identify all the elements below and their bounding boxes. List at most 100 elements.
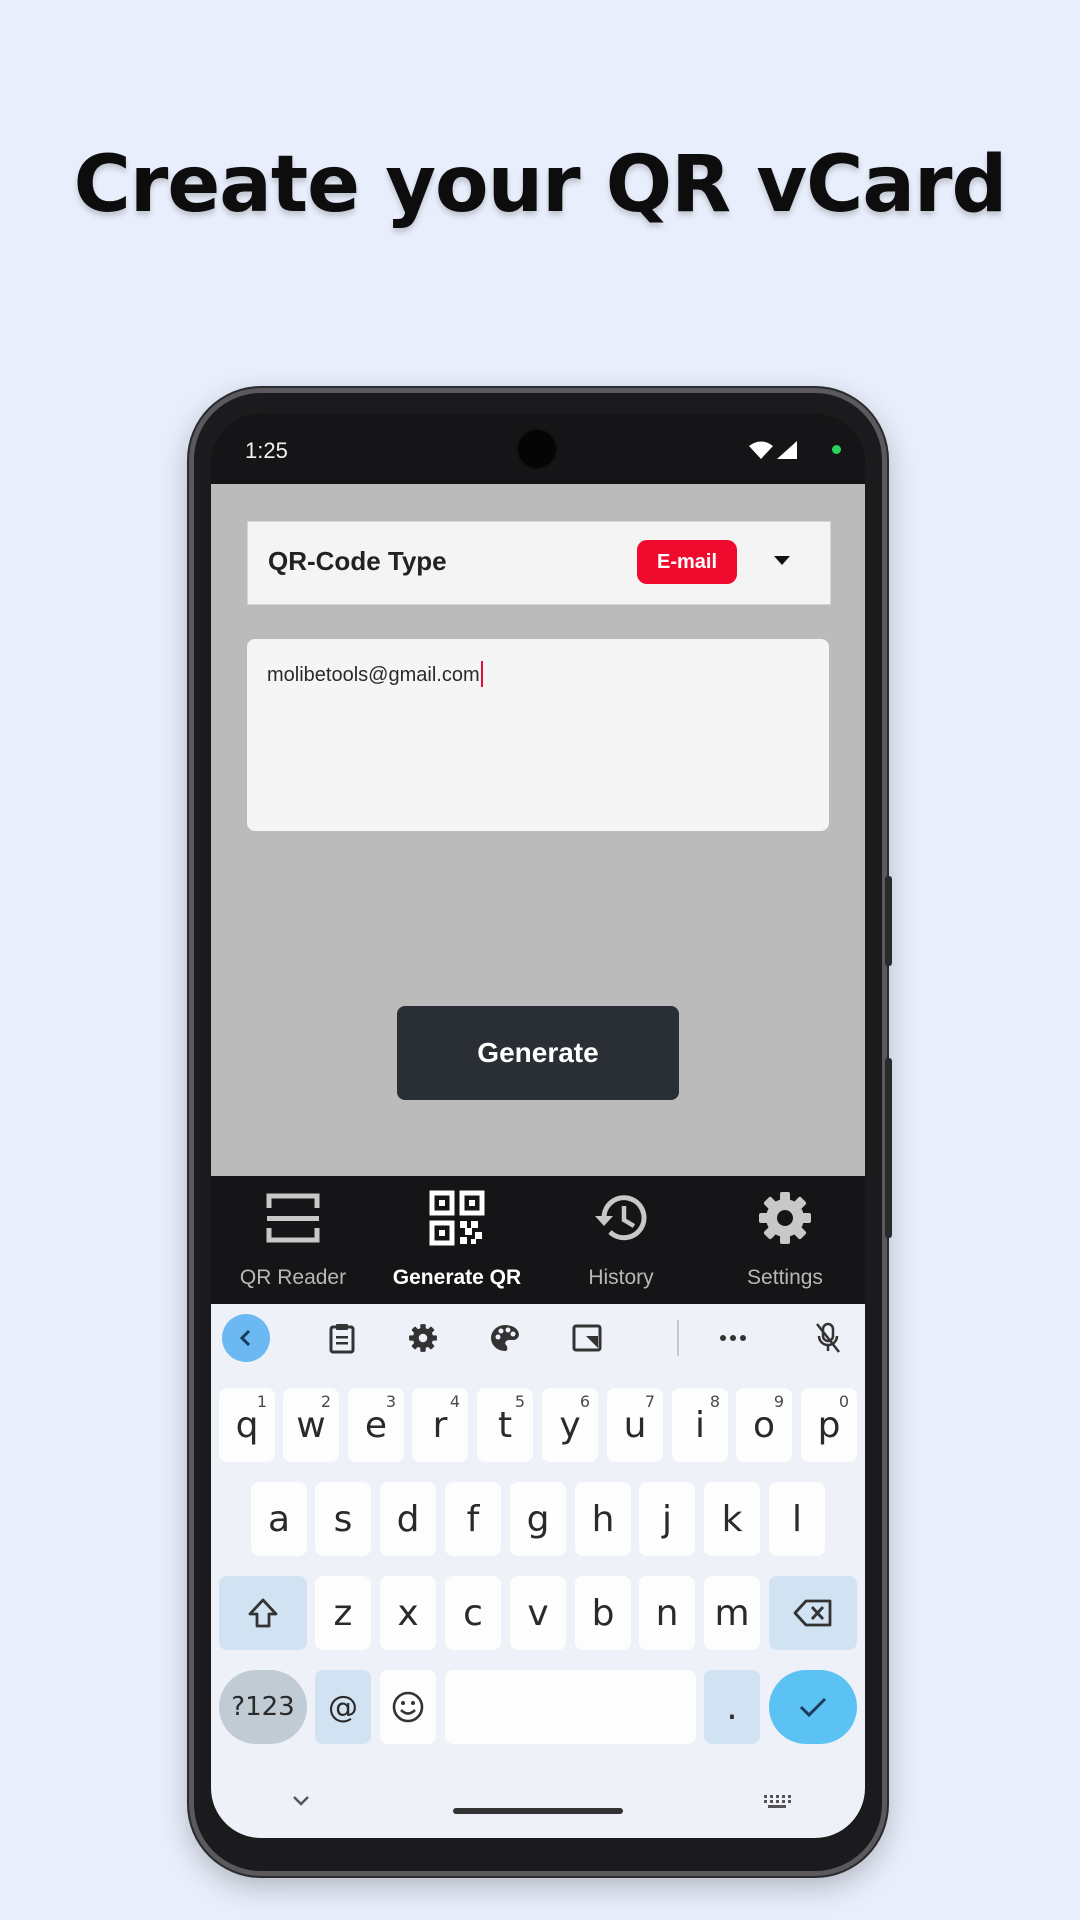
- period-key[interactable]: .: [704, 1670, 760, 1744]
- key-u-hint: 7: [644, 1392, 655, 1411]
- key-v[interactable]: v: [510, 1576, 566, 1650]
- toolbar-divider: [677, 1320, 679, 1356]
- key-r[interactable]: r4: [412, 1388, 468, 1462]
- email-input-text: molibetools@gmail.com: [267, 661, 483, 687]
- key-r-label: r: [432, 1404, 448, 1446]
- enter-key[interactable]: [769, 1670, 857, 1744]
- home-indicator[interactable]: [453, 1808, 623, 1814]
- key-t[interactable]: t5: [477, 1388, 533, 1462]
- key-y-label: y: [559, 1404, 581, 1446]
- key-y-hint: 6: [579, 1392, 590, 1411]
- space-key[interactable]: [445, 1670, 696, 1744]
- history-icon: [595, 1195, 647, 1241]
- status-time: 1:25: [245, 438, 288, 463]
- symbols-key[interactable]: ?123: [219, 1670, 307, 1744]
- bottom-navigation: QR Reader Generate QR History Settings: [211, 1176, 865, 1304]
- key-u[interactable]: u7: [607, 1388, 663, 1462]
- palette-icon: [491, 1325, 519, 1351]
- camera-cutout: [518, 430, 556, 468]
- chevron-down-icon[interactable]: [291, 1794, 311, 1808]
- key-f[interactable]: f: [445, 1482, 501, 1556]
- floating-keyboard-button[interactable]: [563, 1314, 611, 1362]
- text-cursor: [480, 661, 483, 687]
- key-g[interactable]: g: [510, 1482, 566, 1556]
- key-k[interactable]: k: [704, 1482, 760, 1556]
- key-y[interactable]: y6: [542, 1388, 598, 1462]
- key-n[interactable]: n: [639, 1576, 695, 1650]
- key-z[interactable]: z: [315, 1576, 371, 1650]
- key-i-hint: 8: [709, 1392, 720, 1411]
- more-options-button[interactable]: [709, 1314, 757, 1362]
- key-m[interactable]: m: [704, 1576, 760, 1650]
- nav-item-generate-qr[interactable]: Generate QR: [375, 1176, 539, 1304]
- privacy-indicator-icon: [832, 445, 841, 454]
- key-q[interactable]: q1: [219, 1388, 275, 1462]
- backspace-key[interactable]: [769, 1576, 857, 1650]
- nav-label-qr-reader: QR Reader: [239, 1266, 347, 1289]
- key-e[interactable]: e3: [348, 1388, 404, 1462]
- gear-icon: [409, 1324, 437, 1352]
- key-c[interactable]: c: [445, 1576, 501, 1650]
- nav-label-history: History: [588, 1266, 654, 1289]
- key-t-hint: 5: [514, 1392, 525, 1411]
- headline: Create your QR vCard: [73, 140, 1008, 230]
- phone-screen: 1:25 QR-Code Type E-mail molibetools@gma…: [211, 414, 865, 1838]
- emoji-key[interactable]: [380, 1670, 436, 1744]
- key-u-label: u: [623, 1404, 647, 1446]
- nav-label-generate-qr: Generate QR: [392, 1266, 522, 1289]
- voice-input-button[interactable]: [804, 1314, 852, 1362]
- key-i[interactable]: i8: [672, 1388, 728, 1462]
- key-w[interactable]: w2: [283, 1388, 339, 1462]
- keyboard-settings-button[interactable]: [399, 1314, 447, 1362]
- key-j[interactable]: j: [639, 1482, 695, 1556]
- key-h[interactable]: h: [575, 1482, 631, 1556]
- key-b[interactable]: b: [575, 1576, 631, 1650]
- scan-frame-icon: [266, 1193, 320, 1243]
- key-e-hint: 3: [385, 1392, 396, 1411]
- qr-code-icon: [429, 1190, 485, 1246]
- status-bar: 1:25: [211, 414, 865, 484]
- qr-type-badge[interactable]: E-mail: [637, 540, 737, 584]
- keyboard-switch-icon[interactable]: [763, 1794, 791, 1810]
- key-d[interactable]: d: [380, 1482, 436, 1556]
- key-l[interactable]: l: [769, 1482, 825, 1556]
- key-a[interactable]: a: [251, 1482, 307, 1556]
- keyboard-toolbar: [211, 1304, 865, 1376]
- theme-button[interactable]: [481, 1314, 529, 1362]
- volume-button: [885, 876, 892, 966]
- shift-icon: [248, 1598, 278, 1628]
- picture-in-picture-icon: [572, 1324, 602, 1352]
- key-s[interactable]: s: [315, 1482, 371, 1556]
- at-key[interactable]: @: [315, 1670, 371, 1744]
- keyboard-collapse-button[interactable]: [222, 1314, 270, 1362]
- email-input-value: molibetools@gmail.com: [267, 664, 480, 686]
- key-w-hint: 2: [320, 1392, 331, 1411]
- shift-key[interactable]: [219, 1576, 307, 1650]
- key-i-label: i: [694, 1404, 705, 1446]
- key-o[interactable]: o9: [736, 1388, 792, 1462]
- generate-button[interactable]: Generate: [397, 1006, 679, 1100]
- chevron-left-icon: [239, 1329, 251, 1347]
- mic-off-icon: [816, 1322, 840, 1353]
- nav-item-qr-reader[interactable]: QR Reader: [211, 1176, 375, 1304]
- check-icon: [799, 1697, 827, 1718]
- nav-item-history[interactable]: History: [539, 1176, 703, 1304]
- qr-type-label: QR-Code Type: [268, 546, 447, 576]
- caret-down-icon[interactable]: [774, 556, 790, 565]
- clipboard-button[interactable]: [318, 1314, 366, 1362]
- email-input[interactable]: molibetools@gmail.com: [247, 639, 829, 831]
- key-p-hint: 0: [838, 1392, 849, 1411]
- gear-icon: [759, 1192, 811, 1244]
- more-horizontal-icon: [720, 1335, 746, 1341]
- power-button: [885, 1058, 892, 1238]
- nav-item-settings[interactable]: Settings: [703, 1176, 865, 1304]
- backspace-icon: [793, 1599, 832, 1627]
- key-e-label: e: [364, 1404, 388, 1446]
- qr-type-selector[interactable]: QR-Code Type E-mail: [247, 521, 831, 605]
- key-q-label: q: [235, 1404, 259, 1446]
- key-p[interactable]: p0: [801, 1388, 857, 1462]
- key-o-hint: 9: [773, 1392, 784, 1411]
- key-x[interactable]: x: [380, 1576, 436, 1650]
- key-q-hint: 1: [256, 1392, 267, 1411]
- app-content: QR-Code Type E-mail molibetools@gmail.co…: [211, 484, 865, 1176]
